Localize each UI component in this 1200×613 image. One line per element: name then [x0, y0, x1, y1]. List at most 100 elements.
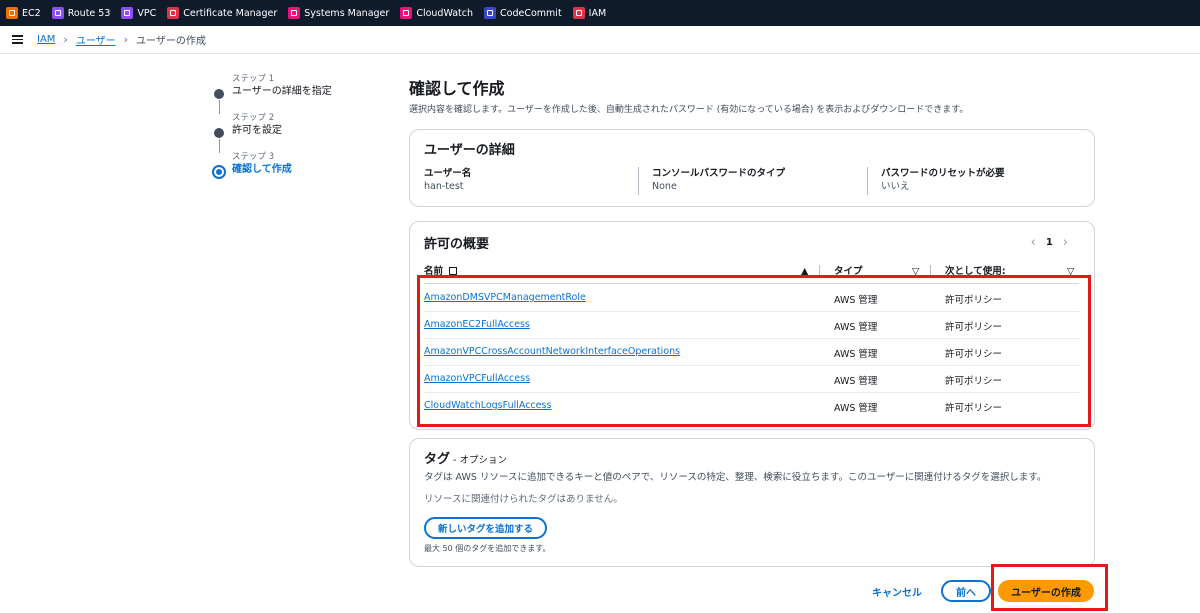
password-reset-value: いいえ: [881, 181, 910, 192]
policy-used-as: 許可ポリシー: [945, 322, 1003, 333]
chevron-right-icon[interactable]: ›: [1063, 235, 1068, 250]
policy-used-as: 許可ポリシー: [945, 295, 1003, 306]
add-tag-button[interactable]: 新しいタグを追加する: [424, 517, 548, 539]
chevron-right-icon: ›: [63, 33, 68, 46]
chevron-left-icon[interactable]: ‹: [1031, 235, 1036, 250]
column-type[interactable]: タイプ: [834, 264, 863, 280]
policy-type: AWS 管理: [834, 322, 878, 333]
table-row: CloudWatchLogsFullAccess AWS 管理 許可ポリシー: [424, 393, 1079, 420]
user-details-card: ユーザーの詳細 ユーザー名 han-test コンソールパスワードのタイプ No…: [409, 129, 1095, 207]
page-title: 確認して作成: [409, 79, 505, 98]
step-2-label: ステップ 2: [232, 113, 275, 123]
step-1-label: ステップ 1: [232, 74, 275, 84]
policy-type: AWS 管理: [834, 349, 878, 360]
table-row: AmazonVPCFullAccess AWS 管理 許可ポリシー: [424, 366, 1079, 393]
iam-icon: [572, 7, 585, 19]
policy-link[interactable]: CloudWatchLogsFullAccess: [424, 400, 551, 411]
policy-used-as: 許可ポリシー: [945, 376, 1003, 387]
step-connector: [218, 100, 220, 114]
sort-icon[interactable]: ▽: [912, 264, 919, 280]
tags-title: タグ - オプション: [424, 452, 507, 467]
step-3-title: 確認して作成: [232, 164, 292, 175]
step-2[interactable]: ステップ 2 許可を設定: [212, 113, 372, 153]
external-link-icon: [449, 267, 458, 275]
step-1[interactable]: ステップ 1 ユーザーの詳細を指定: [212, 74, 372, 114]
previous-button[interactable]: 前へ: [941, 580, 991, 602]
password-type-value: None: [652, 181, 677, 192]
page-description: 選択内容を確認します。ユーザーを作成した後、自動生成されたパスワード (有効にな…: [409, 105, 969, 115]
breadcrumb-current: ユーザーの作成: [136, 36, 206, 47]
username-label: ユーザー名: [424, 168, 472, 179]
optional-label: - オプション: [450, 455, 507, 466]
breadcrumb-iam[interactable]: IAM: [37, 34, 55, 45]
step-1-title: ユーザーの詳細を指定: [232, 86, 332, 97]
cloudwatch-icon: [400, 7, 413, 19]
column-name[interactable]: 名前: [424, 264, 458, 280]
pagination: ‹ 1 ›: [1021, 235, 1078, 250]
table-row: AmazonEC2FullAccess AWS 管理 許可ポリシー: [424, 312, 1079, 339]
vpc-icon: [121, 7, 134, 19]
tags-description: タグは AWS リソースに追加できるキーと値のペアで、リソースの特定、整理、検索…: [424, 472, 1047, 483]
step-2-title: 許可を設定: [232, 125, 282, 136]
column-used-as[interactable]: 次として使用:: [945, 264, 1006, 280]
policy-link[interactable]: AmazonDMSVPCManagementRole: [424, 292, 586, 303]
table-header: 名前 ▲ タイプ ▽ 次として使用: ▽: [424, 264, 1079, 282]
create-user-button[interactable]: ユーザーの作成: [998, 580, 1094, 602]
service-cloudwatch[interactable]: CloudWatch: [400, 7, 473, 19]
no-tags-message: リソースに関連付けられたタグはありません。: [424, 494, 623, 505]
policy-used-as: 許可ポリシー: [945, 349, 1003, 360]
password-type-field: コンソールパスワードのタイプ None: [652, 167, 785, 195]
certificate-manager-icon: [167, 7, 180, 19]
divider: [638, 167, 639, 195]
policy-link[interactable]: AmazonEC2FullAccess: [424, 319, 530, 330]
service-codecommit[interactable]: CodeCommit: [484, 7, 562, 19]
page-header: 確認して作成 選択内容を確認します。ユーザーを作成した後、自動生成されたパスワー…: [409, 78, 1095, 116]
column-divider: [819, 265, 820, 277]
sort-icon[interactable]: ▽: [1067, 264, 1074, 280]
step-connector: [218, 139, 220, 153]
ec2-icon: [6, 7, 18, 19]
chevron-right-icon: ›: [123, 33, 129, 46]
sort-ascending-icon[interactable]: ▲: [801, 264, 808, 280]
service-systems-manager[interactable]: Systems Manager: [288, 7, 389, 19]
step-3-label: ステップ 3: [232, 152, 275, 162]
policy-type: AWS 管理: [834, 295, 878, 306]
user-details-title: ユーザーの詳細: [424, 143, 515, 158]
service-ec2[interactable]: EC2: [6, 7, 41, 19]
permissions-summary-card: 許可の概要 ‹ 1 › 名前 ▲ タイプ ▽ 次として使用: ▽ AmazonD…: [409, 221, 1095, 430]
service-route53[interactable]: Route 53: [51, 7, 110, 19]
systems-manager-icon: [288, 7, 301, 19]
policy-type: AWS 管理: [834, 403, 878, 414]
tags-limit-hint: 最大 50 個のタグを追加できます。: [424, 544, 551, 553]
route53-icon: [51, 7, 64, 19]
breadcrumb-users[interactable]: ユーザー: [76, 32, 116, 47]
breadcrumb: IAM › ユーザー › ユーザーの作成: [0, 26, 1200, 54]
menu-icon[interactable]: [12, 33, 23, 46]
tags-card: タグ - オプション タグは AWS リソースに追加できるキーと値のペアで、リソ…: [409, 438, 1095, 567]
cancel-button[interactable]: キャンセル: [872, 584, 922, 599]
password-reset-field: パスワードのリセットが必要 いいえ: [881, 167, 1005, 195]
service-iam[interactable]: IAM: [572, 7, 606, 19]
service-shortcut-bar: EC2 Route 53 VPC Certificate Manager Sys…: [0, 0, 1200, 26]
page-number[interactable]: 1: [1046, 237, 1053, 248]
step-3: ステップ 3 確認して作成: [212, 152, 372, 191]
table-row: AmazonDMSVPCManagementRole AWS 管理 許可ポリシー: [424, 285, 1079, 312]
permissions-title: 許可の概要: [424, 237, 490, 252]
username-value: han-test: [424, 181, 464, 192]
policy-link[interactable]: AmazonVPCCrossAccountNetworkInterfaceOpe…: [424, 346, 680, 357]
table-row: AmazonVPCCrossAccountNetworkInterfaceOpe…: [424, 339, 1079, 366]
header-divider: [424, 283, 1079, 284]
service-vpc[interactable]: VPC: [121, 7, 156, 19]
service-certificate-manager[interactable]: Certificate Manager: [167, 7, 277, 19]
codecommit-icon: [484, 7, 497, 19]
step-dot-icon: [214, 128, 224, 138]
step-dot-icon: [214, 89, 224, 99]
wizard-steps: ステップ 1 ユーザーの詳細を指定 ステップ 2 許可を設定 ステップ 3 確認…: [212, 74, 372, 191]
column-divider: [930, 265, 931, 277]
password-reset-label: パスワードのリセットが必要: [881, 168, 1005, 179]
password-type-label: コンソールパスワードのタイプ: [652, 168, 786, 179]
step-current-icon: [212, 165, 226, 179]
divider: [867, 167, 868, 195]
policy-link[interactable]: AmazonVPCFullAccess: [424, 373, 530, 384]
username-field: ユーザー名 han-test: [424, 167, 471, 195]
